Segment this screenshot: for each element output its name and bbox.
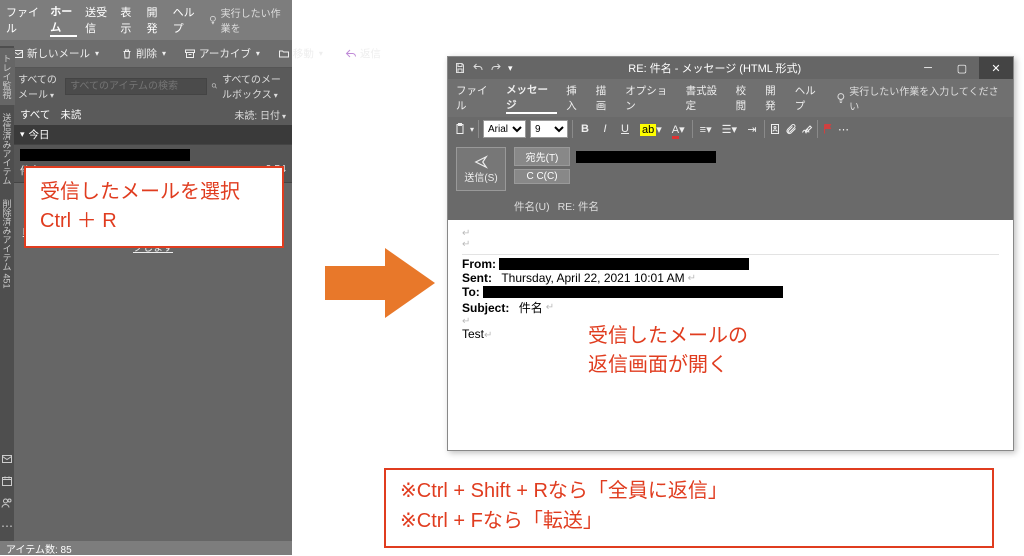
toolbar-more-icon[interactable]: ⋯ (838, 123, 849, 136)
rmenu-help[interactable]: ヘルプ (795, 83, 826, 113)
search-input[interactable] (65, 78, 207, 95)
group-today[interactable]: 今日 (14, 125, 292, 144)
reply-menubar: ファイル メッセージ 挿入 描画 オプション 書式設定 校閲 開発 ヘルプ 実行… (448, 79, 1013, 117)
numbering-button[interactable]: ☰▾ (719, 122, 740, 137)
to-button[interactable]: 宛先(T) (514, 147, 570, 166)
signature-icon[interactable] (801, 123, 813, 135)
rmenu-message[interactable]: メッセージ (506, 82, 557, 114)
undo-icon[interactable] (472, 62, 484, 74)
search-icon[interactable] (211, 80, 218, 92)
flag-icon[interactable] (822, 123, 834, 135)
qat-dropdown-icon[interactable]: ▾ (508, 63, 513, 74)
cc-button[interactable]: C C(C) (514, 169, 570, 184)
delete-button[interactable]: 削除 (114, 43, 173, 64)
mail-from-redacted (20, 149, 190, 161)
redo-icon[interactable] (490, 62, 502, 74)
menu-help[interactable]: ヘルプ (173, 4, 200, 36)
vtab-drafts[interactable]: 削除済みアイテム 451 (0, 193, 15, 295)
window-maximize-button[interactable]: ▢ (945, 57, 979, 79)
italic-button[interactable]: I (597, 122, 613, 136)
menu-sendrecv[interactable]: 送受信 (85, 4, 112, 36)
quoted-header: From: Sent: Thursday, April 22, 2021 10:… (462, 254, 999, 316)
reply-format-toolbar: ▾ Arial 9 B I U ab▾ A▾ ≡▾ ☰▾ ⇥ ⋯ (448, 117, 1013, 141)
people-nav-icon[interactable] (1, 497, 13, 509)
quoted-body-text: Test (462, 327, 484, 341)
more-nav-icon[interactable]: ⋯ (1, 519, 13, 533)
subject-row: 件名(U) RE: 件名 (448, 197, 1013, 220)
paste-dd-icon[interactable]: ▾ (470, 125, 474, 134)
big-arrow-icon (325, 248, 435, 318)
reply-body[interactable]: ↵ ↵ From: Sent: Thursday, April 22, 2021… (448, 220, 1013, 450)
window-close-button[interactable]: ✕ (979, 57, 1013, 79)
to-value-redacted[interactable] (576, 151, 716, 163)
underline-button[interactable]: U (617, 122, 633, 136)
paste-icon[interactable] (454, 123, 466, 135)
font-size-select[interactable]: 9 (530, 120, 568, 138)
rmenu-insert[interactable]: 挿入 (566, 83, 587, 113)
mail-nav-icon[interactable] (1, 453, 13, 465)
search-row: すべてのメール すべてのメールボックス (14, 68, 292, 104)
rmenu-draw[interactable]: 描画 (596, 83, 617, 113)
lightbulb-icon (208, 14, 218, 26)
main-menubar: ファイル ホーム 送受信 表示 開発 ヘルプ 実行したい作業を (0, 0, 292, 40)
reply-titlebar: ▾ RE: 件名 - メッセージ (HTML 形式) ─ ▢ ✕ (448, 57, 1013, 79)
send-button[interactable]: 送信(S) (456, 147, 506, 191)
folder-move-icon (278, 48, 290, 60)
rmenu-file[interactable]: ファイル (456, 83, 497, 113)
filter-row: すべて 未読 未読: 日付 (14, 104, 292, 125)
main-toolbar: 新しいメール 削除 アーカイブ 移動 返信 (0, 40, 292, 68)
menu-dev[interactable]: 開発 (146, 4, 164, 36)
reply-icon (345, 48, 357, 60)
subject-value[interactable]: RE: 件名 (558, 199, 599, 214)
nav-bottom-icons: ⋯ (0, 445, 14, 541)
annotation-footnote: ※Ctrl + Shift + Rなら「全員に返信」 ※Ctrl + Fなら「転… (384, 468, 994, 548)
addressbook-icon[interactable] (769, 123, 781, 135)
outlook-main-window: ファイル ホーム 送受信 表示 開発 ヘルプ 実行したい作業を 新しいメール 削… (0, 0, 292, 555)
highlight-button[interactable]: ab▾ (637, 122, 665, 137)
rmenu-format[interactable]: 書式設定 (686, 83, 727, 113)
reply-window: ▾ RE: 件名 - メッセージ (HTML 形式) ─ ▢ ✕ ファイル メッ… (447, 56, 1014, 451)
send-icon (472, 155, 490, 169)
search-scope-left[interactable]: すべてのメール (18, 71, 61, 101)
menu-file[interactable]: ファイル (6, 4, 42, 36)
bullets-button[interactable]: ≡▾ (697, 122, 715, 137)
archive-icon (184, 48, 196, 60)
rmenu-options[interactable]: オプション (625, 83, 676, 113)
menu-view[interactable]: 表示 (120, 4, 138, 36)
annotation-reply-opens: 受信したメールの 返信画面が開く (588, 322, 748, 380)
font-name-select[interactable]: Arial (483, 120, 526, 138)
rmenu-dev[interactable]: 開発 (765, 83, 786, 113)
lightbulb-icon (835, 92, 847, 104)
reply-button[interactable]: 返信 (338, 43, 388, 64)
reply-title-text: RE: 件名 - メッセージ (HTML 形式) (519, 60, 911, 76)
indent-button[interactable]: ⇥ (744, 122, 760, 137)
menu-home[interactable]: ホーム (50, 3, 77, 37)
filter-unread[interactable]: 未読 (60, 107, 81, 122)
vtab-sent[interactable]: 送信済みアイテム (0, 107, 15, 191)
rmenu-review[interactable]: 校閲 (736, 83, 757, 113)
status-bar: アイテム数: 85 (0, 541, 292, 555)
bold-button[interactable]: B (577, 122, 593, 136)
archive-button[interactable]: アーカイブ (177, 43, 267, 64)
subject-label: 件名(U) (514, 199, 550, 214)
filter-all[interactable]: すべて (20, 107, 50, 122)
window-minimize-button[interactable]: ─ (911, 57, 945, 79)
save-icon[interactable] (454, 62, 466, 74)
font-color-button[interactable]: A▾ (669, 122, 688, 137)
calendar-nav-icon[interactable] (1, 475, 13, 487)
annotation-select-ctrl-r: 受信したメールを選択 Ctrl ＋ R (24, 166, 284, 248)
trash-icon (121, 48, 133, 60)
new-mail-button[interactable]: 新しいメール (5, 43, 106, 64)
reply-tell-me[interactable]: 実行したい作業を入力してください (835, 83, 1006, 113)
cc-value[interactable] (576, 171, 1005, 183)
move-button[interactable]: 移動 (271, 43, 330, 64)
sort-selector[interactable]: 未読: 日付 (234, 107, 286, 122)
search-scope-right[interactable]: すべてのメールボックス (222, 71, 288, 101)
reply-header-fields: 送信(S) 宛先(T) C C(C) (448, 141, 1013, 197)
attach-icon[interactable] (785, 123, 797, 135)
vtab-focus[interactable]: トレイ監視 (0, 48, 15, 105)
tell-me-hint[interactable]: 実行したい作業を (208, 5, 286, 35)
